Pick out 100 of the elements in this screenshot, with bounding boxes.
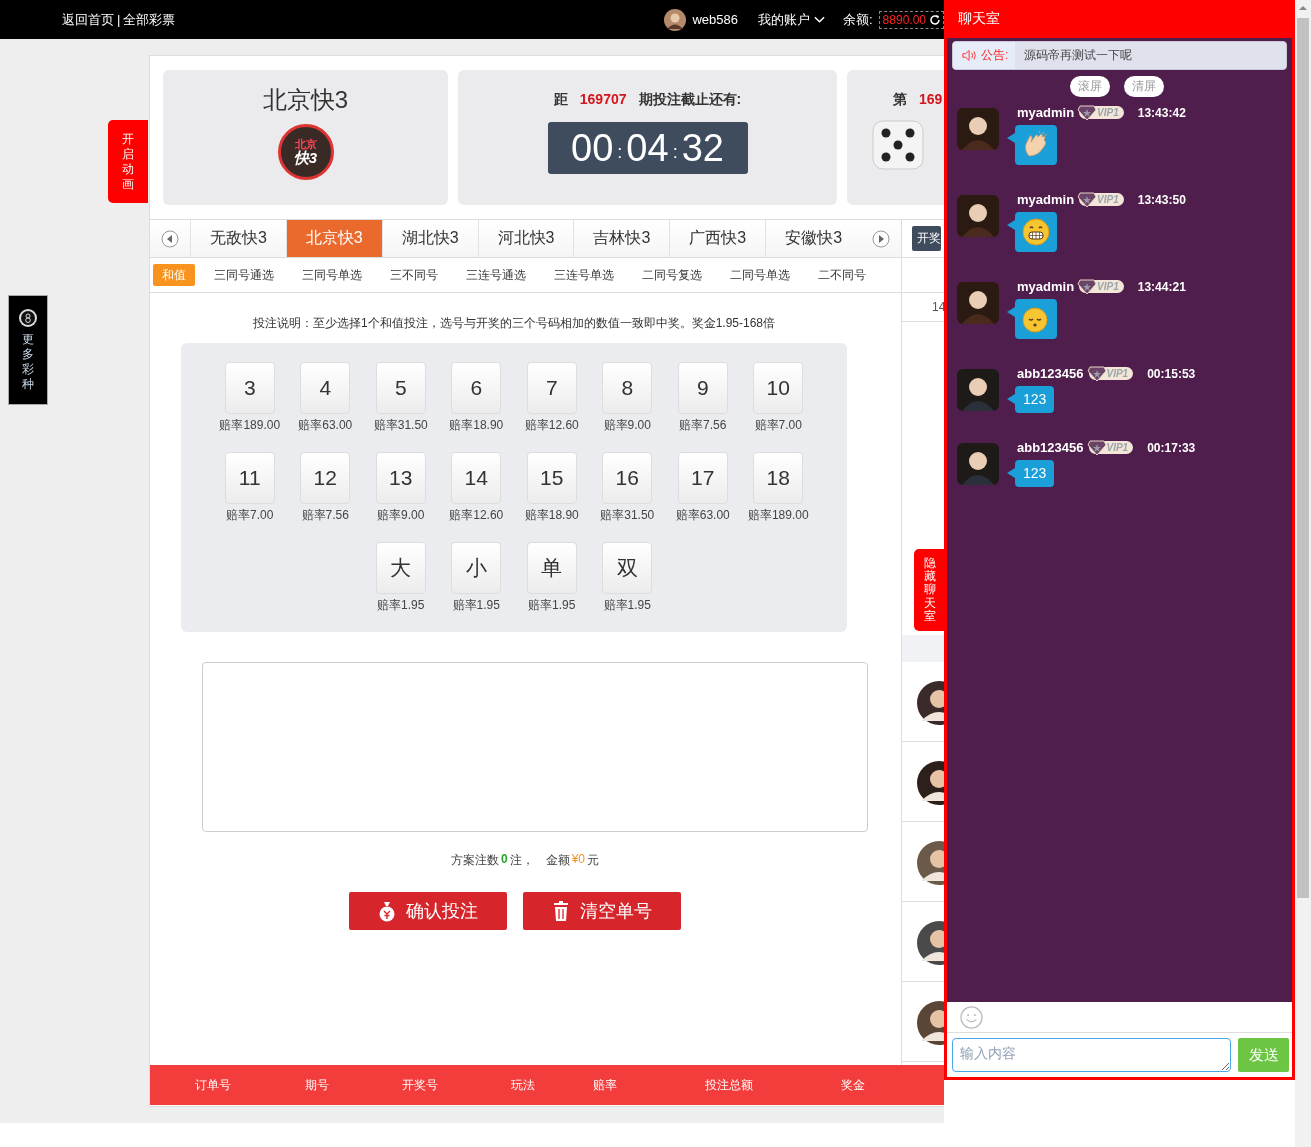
play-tab[interactable]: 三同号单选 <box>293 264 371 286</box>
number-button[interactable]: 10 <box>753 362 804 414</box>
count-unit: 注， <box>509 852 534 869</box>
vip-level-text: VIP1 <box>1097 107 1119 118</box>
odds-text: 赔率1.95 <box>603 597 651 614</box>
odds-text: 赔率7.00 <box>226 507 274 524</box>
bet-numbers-field[interactable] <box>202 662 868 832</box>
all-lotteries-link[interactable]: 全部彩票 <box>123 10 176 29</box>
odds-text: 赔率189.00 <box>219 417 281 434</box>
odds-text: 赔率1.95 <box>377 597 425 614</box>
number-button[interactable]: 单 <box>526 542 577 594</box>
timer-colon: : <box>672 141 678 163</box>
number-button[interactable]: 12 <box>300 452 351 504</box>
message-username: myadmin <box>1017 192 1075 207</box>
odds-text: 赔率9.00 <box>377 507 425 524</box>
column-header: 奖金 <box>840 1076 866 1094</box>
clear-button[interactable]: 清空单号 <box>522 892 681 930</box>
issue-number: 169707 <box>579 91 627 109</box>
odds-text: 赔率63.00 <box>675 507 730 524</box>
logo-game-text: 快3 <box>293 150 318 165</box>
message-input[interactable]: 输入内容 <box>952 1038 1231 1072</box>
odds-text: 赔率12.60 <box>449 507 504 524</box>
game-tab[interactable]: 吉林快3 <box>573 220 670 257</box>
chevron-down-icon <box>814 15 825 24</box>
scrollbar-thumb[interactable] <box>1297 18 1309 898</box>
amount-unit: 元 <box>587 852 599 869</box>
play-tab[interactable]: 二同号单选 <box>721 264 799 286</box>
message-time: 00:17:33 <box>1147 440 1196 455</box>
number-button[interactable]: 双 <box>602 542 653 594</box>
hide-chat-tab[interactable]: 隐藏聊天室 <box>914 549 945 631</box>
play-tab[interactable]: 三连号单选 <box>545 264 623 286</box>
odds-text: 赔率9.00 <box>603 417 651 434</box>
message-time: 13:43:50 <box>1137 192 1186 207</box>
amount-label: 金额 <box>545 852 570 869</box>
refresh-icon[interactable] <box>929 13 941 26</box>
number-button[interactable]: 小 <box>451 542 502 594</box>
number-button[interactable]: 4 <box>300 362 351 414</box>
play-tab[interactable]: 三不同号 <box>381 264 447 286</box>
column-header: 玩法 <box>510 1076 536 1094</box>
countdown-suffix: 期投注截止还有: <box>638 91 742 109</box>
number-button[interactable]: 6 <box>451 362 502 414</box>
game-tab[interactable]: 河北快3 <box>477 220 574 257</box>
home-link[interactable]: 返回首页 <box>62 10 114 29</box>
seconds-digits: 32 <box>681 126 724 170</box>
emoji-icon[interactable] <box>960 1005 983 1029</box>
message-username: myadmin <box>1017 279 1075 294</box>
odds-text: 赔率63.00 <box>298 417 353 434</box>
speaker-icon <box>962 49 978 62</box>
trash-icon <box>551 900 571 922</box>
number-button[interactable]: 11 <box>224 452 275 504</box>
game-tab[interactable]: 广西快3 <box>669 220 766 257</box>
odds-text: 赔率18.90 <box>524 507 579 524</box>
previous-icon[interactable] <box>160 229 179 248</box>
message-username: abb123456 <box>1017 440 1084 455</box>
bet-count: 0 <box>500 852 508 868</box>
game-tab[interactable]: 湖北快3 <box>381 220 478 257</box>
column-header: 期号 <box>304 1076 330 1094</box>
eight-ball-icon <box>18 308 38 328</box>
notice-text: 源码帝再测试一下呢 <box>1024 47 1133 64</box>
grinning-face-icon <box>1021 217 1051 247</box>
vip-level-text: VIP1 <box>1097 281 1119 292</box>
animation-toggle-tab[interactable]: 开启动画 <box>108 120 148 203</box>
number-button[interactable]: 17 <box>677 452 728 504</box>
game-tab[interactable]: 无敌快3 <box>189 220 286 257</box>
odds-text: 赔率18.90 <box>449 417 504 434</box>
play-tab[interactable]: 三同号通选 <box>205 264 283 286</box>
draw-button[interactable]: 开奖 <box>912 226 941 251</box>
next-icon[interactable] <box>872 229 891 248</box>
account-menu[interactable]: 我的账户 <box>758 10 825 29</box>
chat-title: 聊天室 <box>958 10 1000 28</box>
number-button[interactable]: 3 <box>224 362 275 414</box>
number-button[interactable]: 14 <box>451 452 502 504</box>
number-button[interactable]: 5 <box>375 362 426 414</box>
number-button[interactable]: 9 <box>677 362 728 414</box>
number-button[interactable]: 15 <box>526 452 577 504</box>
number-button[interactable]: 13 <box>375 452 426 504</box>
odds-text: 赔率189.00 <box>747 507 809 524</box>
column-header: 开奖号 <box>401 1076 439 1094</box>
vip-level-text: VIP1 <box>1097 194 1119 205</box>
play-tab[interactable]: 二同号复选 <box>633 264 711 286</box>
confirm-bet-button[interactable]: 确认投注 <box>348 892 507 930</box>
notice-label: 公告: <box>981 47 1009 64</box>
last-draw-prefix: 第 <box>893 91 907 109</box>
number-button[interactable]: 18 <box>753 452 804 504</box>
odds-text: 赔率7.56 <box>301 507 349 524</box>
play-tab[interactable]: 二不同号 <box>809 264 875 286</box>
last-draw-issue: 169 <box>919 91 943 109</box>
diamond-icon <box>1077 104 1098 121</box>
number-button[interactable]: 8 <box>602 362 653 414</box>
message-bubble: 123 <box>1015 460 1055 487</box>
play-tab[interactable]: 三连号通选 <box>457 264 535 286</box>
more-games-tab[interactable]: 更多彩种 <box>8 295 48 405</box>
odds-text: 赔率7.00 <box>754 417 802 434</box>
game-tab[interactable]: 安徽快3 <box>765 220 862 257</box>
number-button[interactable]: 大 <box>375 542 426 594</box>
minutes-digits: 04 <box>626 126 669 170</box>
number-button[interactable]: 16 <box>602 452 653 504</box>
balance-value: 8890.00 <box>882 12 926 27</box>
list-header-bar <box>902 635 944 662</box>
number-button[interactable]: 7 <box>526 362 577 414</box>
